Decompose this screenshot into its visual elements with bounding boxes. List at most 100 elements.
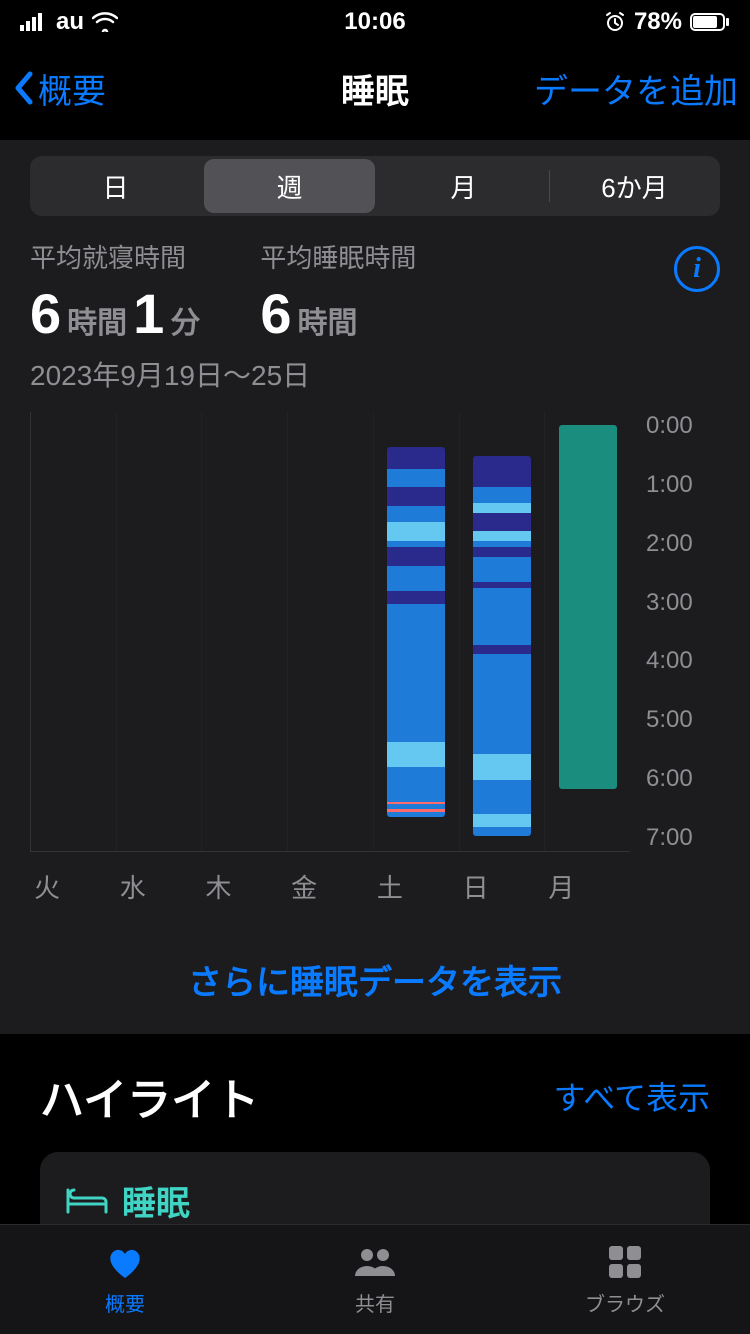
status-right: 78%: [604, 8, 730, 36]
chart-column-土: [374, 412, 460, 851]
stage-rem: [387, 742, 445, 767]
sleep-bar[interactable]: [473, 456, 531, 836]
chart-y-axis: 0:00 1:00 2:00 3:00 4:00 5:00 6:00 7:00: [630, 412, 720, 852]
main-card: 日週月6か月 平均就寝時間 6 時間 1 分 平均睡眠時間 6 時間 i 202…: [0, 140, 750, 1034]
stage-core: [387, 566, 445, 591]
highlights-header: ハイライト すべて表示: [0, 1034, 750, 1128]
chevron-left-icon: [12, 70, 34, 106]
stage-core: [387, 469, 445, 488]
signal-icon: [20, 13, 48, 31]
segment-6か月[interactable]: 6か月: [549, 156, 720, 216]
tab-sharing[interactable]: 共有: [250, 1225, 500, 1334]
stage-rem: [473, 754, 531, 779]
tab-label: 共有: [355, 1288, 395, 1317]
metric-bed-min-unit: 分: [170, 298, 200, 342]
back-button[interactable]: 概要: [12, 64, 106, 113]
y-tick: 7:00: [646, 824, 720, 852]
tab-bar: 概要共有 ブラウズ: [0, 1224, 750, 1334]
highlights-title: ハイライト: [40, 1064, 259, 1128]
wifi-icon: [92, 12, 118, 32]
x-tick: 日: [459, 868, 545, 905]
highlights-show-all[interactable]: すべて表示: [554, 1073, 710, 1119]
metric-sleep-hours-unit: 時間: [297, 298, 357, 342]
highlight-card-title: 睡眠: [122, 1176, 190, 1225]
date-range: 2023年9月19日〜25日: [0, 354, 750, 406]
x-tick: 土: [373, 868, 459, 905]
show-more-sleep-link[interactable]: さらに睡眠データを表示: [0, 955, 750, 1004]
range-segmented-control[interactable]: 日週月6か月: [30, 156, 720, 216]
y-tick: 0:00: [646, 412, 720, 440]
segment-月[interactable]: 月: [378, 156, 549, 216]
stage-core: [473, 780, 531, 815]
y-tick: 5:00: [646, 706, 720, 734]
battery-icon: [690, 13, 730, 31]
x-tick: 月: [544, 868, 630, 905]
x-tick: 金: [287, 868, 373, 905]
stage-core: [387, 506, 445, 522]
chart-column-水: [117, 412, 203, 851]
x-tick: 水: [116, 868, 202, 905]
add-data-button[interactable]: データを追加: [534, 64, 738, 113]
metric-sleep-hours: 6: [260, 281, 291, 346]
tab-sharing-icon: [353, 1242, 397, 1282]
tab-summary[interactable]: 概要: [0, 1225, 250, 1334]
x-tick: 木: [201, 868, 287, 905]
chart-column-日: [460, 412, 546, 851]
stage-in_bed: [559, 425, 617, 790]
stage-rem: [473, 531, 531, 540]
info-button[interactable]: i: [674, 246, 720, 292]
stage-core: [387, 604, 445, 742]
sleep-chart: 0:00 1:00 2:00 3:00 4:00 5:00 6:00 7:00 火水木金土日月: [0, 406, 750, 905]
sleep-bar[interactable]: [559, 425, 617, 790]
stage-rem: [387, 522, 445, 541]
stage-deep: [387, 591, 445, 604]
nav-bar: 概要 睡眠 データを追加: [0, 44, 750, 132]
metric-bed-hours-unit: 時間: [67, 298, 127, 342]
status-bar: au 10:06 78%: [0, 0, 750, 44]
stage-deep: [387, 447, 445, 469]
alarm-icon: [604, 11, 626, 33]
metric-bed-label: 平均就寝時間: [30, 238, 200, 275]
stage-deep: [387, 547, 445, 566]
metric-bed: 平均就寝時間 6 時間 1 分: [30, 238, 200, 346]
y-tick: 4:00: [646, 647, 720, 675]
stage-deep: [473, 645, 531, 654]
chart-column-火: [31, 412, 117, 851]
y-tick: 1:00: [646, 471, 720, 499]
stage-deep: [387, 487, 445, 506]
stage-rem: [473, 503, 531, 512]
metric-sleep-label: 平均睡眠時間: [260, 238, 416, 275]
y-tick: 3:00: [646, 589, 720, 617]
bed-icon: [66, 1186, 108, 1216]
back-label: 概要: [38, 64, 106, 113]
stage-core: [387, 767, 445, 802]
sleep-bar[interactable]: [387, 447, 445, 818]
stage-deep: [473, 547, 531, 556]
battery-label: 78%: [634, 8, 682, 36]
tab-label: ブラウズ: [585, 1288, 665, 1317]
metrics-row: 平均就寝時間 6 時間 1 分 平均睡眠時間 6 時間 i: [0, 216, 750, 354]
chart-column-木: [202, 412, 288, 851]
stage-core: [473, 487, 531, 503]
stage-core: [473, 827, 531, 836]
status-left: au: [20, 8, 118, 36]
x-tick: 火: [30, 868, 116, 905]
tab-browse[interactable]: ブラウズ: [500, 1225, 750, 1334]
carrier-label: au: [56, 8, 84, 36]
y-tick: 2:00: [646, 530, 720, 558]
tab-summary-icon: [103, 1242, 147, 1282]
stage-core: [387, 812, 445, 818]
stage-core: [473, 588, 531, 645]
segment-週[interactable]: 週: [204, 159, 375, 213]
metric-bed-hours: 6: [30, 281, 61, 346]
stage-deep: [473, 456, 531, 487]
metric-bed-minutes: 1: [133, 281, 164, 346]
stage-core: [473, 557, 531, 582]
chart-x-axis: 火水木金土日月: [30, 868, 630, 905]
metric-sleep: 平均睡眠時間 6 時間: [260, 238, 416, 346]
page-title: 睡眠: [341, 64, 409, 113]
y-tick: 6:00: [646, 765, 720, 793]
segment-日[interactable]: 日: [30, 156, 201, 216]
chart-column-金: [288, 412, 374, 851]
stage-core: [473, 654, 531, 755]
